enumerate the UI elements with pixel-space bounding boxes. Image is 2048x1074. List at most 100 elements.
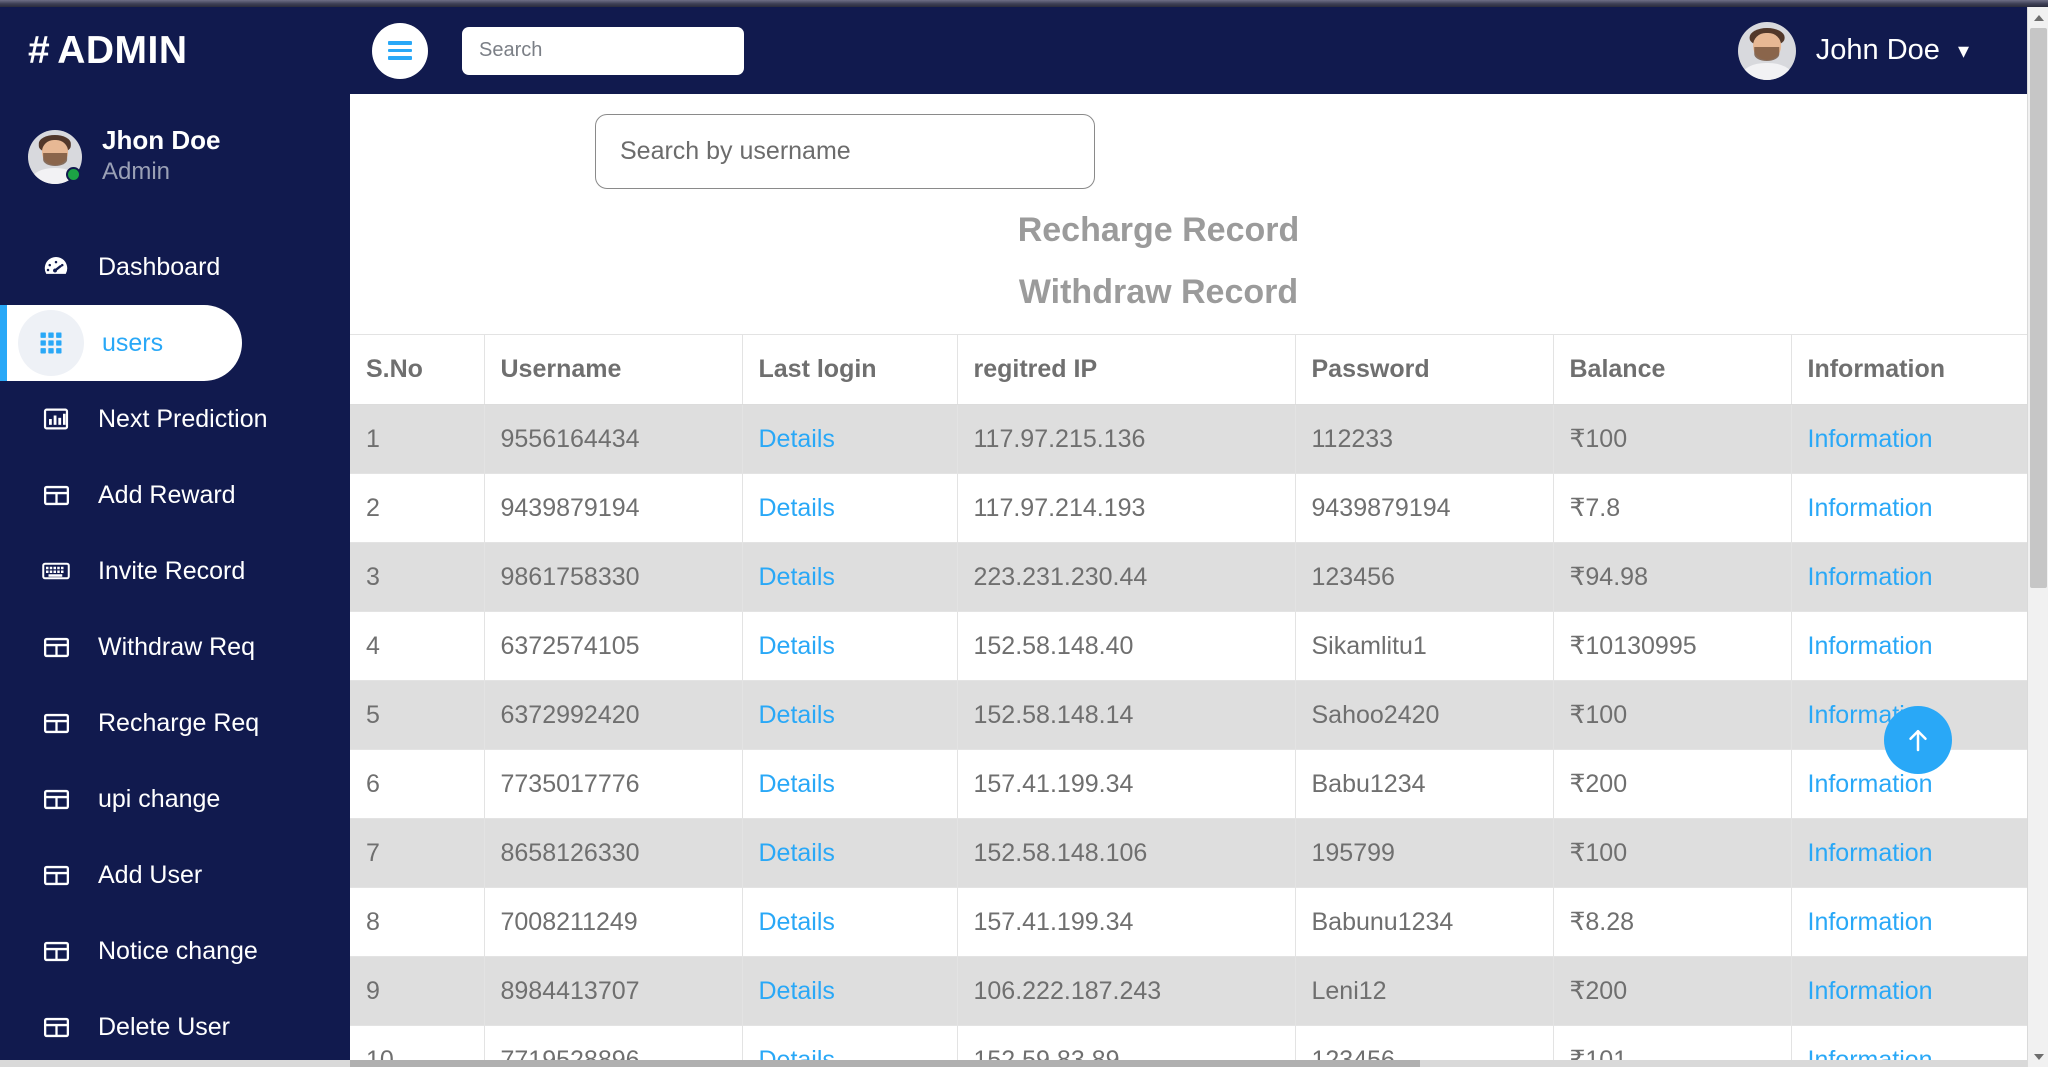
details-link[interactable]: Details (759, 632, 835, 660)
cell-username: 6372574105 (484, 611, 743, 681)
sidebar-item-label: Next Prediction (98, 404, 268, 433)
user-menu[interactable]: John Doe ▾ (1737, 21, 1969, 80)
sidebar-item-add-reward[interactable]: Add Reward (0, 457, 350, 533)
sidebar-item-next-prediction[interactable]: Next Prediction (0, 381, 350, 457)
cell-ip: 157.41.199.34 (957, 749, 1296, 819)
horizontal-scrollbar-thumb[interactable] (350, 1060, 1420, 1067)
column-header-registred-ip: regitred IP (957, 334, 1296, 405)
cell-balance: ₹200 (1553, 956, 1792, 1026)
recharge-record-title: Recharge Record (1017, 211, 1300, 249)
cell-balance: ₹7.8 (1553, 473, 1792, 543)
users-table-wrap: S.No Username Last login regitred IP Pas… (350, 334, 2027, 1067)
column-header-username: Username (484, 334, 743, 405)
users-table-body: 1 9556164434 Details 117.97.215.136 1122… (350, 404, 2027, 1067)
cell-password: 9439879194 (1295, 473, 1554, 543)
brand-name: ADMIN (57, 28, 188, 72)
cell-sno: 6 (350, 749, 485, 819)
users-table-head: S.No Username Last login regitred IP Pas… (350, 334, 2027, 405)
cell-balance: ₹100 (1553, 818, 1792, 888)
avatar (1737, 21, 1796, 80)
cell-username: 7008211249 (484, 887, 743, 957)
cell-last-login: Details (742, 473, 958, 543)
sidebar-item-label: Notice change (98, 936, 258, 965)
table-icon (36, 633, 76, 662)
information-link[interactable]: Information (1808, 977, 1933, 1005)
main-content: Recharge Record Withdraw Record S.No Use… (350, 94, 2027, 1067)
cell-last-login: Details (742, 680, 958, 750)
table-row: 7 8658126330 Details 152.58.148.106 1957… (350, 818, 2027, 888)
information-link[interactable]: Information (1808, 425, 1933, 453)
cell-password: Leni12 (1295, 956, 1554, 1026)
information-link[interactable]: Information (1808, 839, 1933, 867)
sidebar-item-invite-record[interactable]: Invite Record (0, 533, 350, 609)
horizontal-scrollbar[interactable] (0, 1060, 2027, 1067)
cell-ip: 152.58.148.14 (957, 680, 1296, 750)
cell-sno: 9 (350, 956, 485, 1026)
sidebar-item-label: Add Reward (98, 480, 236, 509)
details-link[interactable]: Details (759, 977, 835, 1005)
sidebar-item-delete-user[interactable]: Delete User (0, 989, 350, 1065)
cell-sno: 5 (350, 680, 485, 750)
sidebar-item-recharge-req[interactable]: Recharge Req (0, 685, 350, 761)
cell-password: Sahoo2420 (1295, 680, 1554, 750)
information-link[interactable]: Information (1808, 632, 1933, 660)
cell-balance: ₹100 (1553, 404, 1792, 474)
information-link[interactable]: Information (1808, 494, 1933, 522)
table-icon (36, 709, 76, 738)
details-link[interactable]: Details (759, 770, 835, 798)
cell-last-login: Details (742, 611, 958, 681)
arrow-up-icon (1903, 724, 1933, 756)
details-link[interactable]: Details (759, 494, 835, 522)
details-link[interactable]: Details (759, 701, 835, 729)
table-row: 4 6372574105 Details 152.58.148.40 Sikam… (350, 611, 2027, 681)
sidebar-item-label: Delete User (98, 1012, 230, 1041)
scrollbar-down-arrow-icon[interactable] (2028, 1046, 2048, 1067)
search-by-username-input[interactable] (595, 114, 1095, 189)
vertical-scrollbar-thumb[interactable] (2030, 28, 2047, 588)
cell-information: Information (1791, 473, 2027, 543)
sidebar-item-dashboard[interactable]: Dashboard (0, 229, 350, 305)
sidebar-item-users[interactable]: users (0, 305, 242, 382)
sidebar-profile-text: Jhon Doe Admin (102, 125, 221, 187)
brand-hash: # (28, 28, 51, 72)
scrollbar-up-arrow-icon[interactable] (2028, 7, 2048, 28)
sidebar-item-label: Add User (98, 860, 203, 889)
sidebar-item-upi-change[interactable]: upi change (0, 761, 350, 837)
sidebar-item-label: users (102, 328, 164, 357)
cell-ip: 106.222.187.243 (957, 956, 1296, 1026)
table-row: 1 9556164434 Details 117.97.215.136 1122… (350, 404, 2027, 474)
cell-information: Information (1791, 818, 2027, 888)
sidebar-item-withdraw-req[interactable]: Withdraw Req (0, 609, 350, 685)
scroll-to-top-button[interactable] (1884, 706, 1952, 774)
cell-password: Babu1234 (1295, 749, 1554, 819)
withdraw-record-title: Withdraw Record (1018, 273, 1299, 311)
cell-last-login: Details (742, 887, 958, 957)
users-table: S.No Username Last login regitred IP Pas… (350, 334, 2027, 1067)
information-link[interactable]: Information (1808, 908, 1933, 936)
cell-balance: ₹10130995 (1553, 611, 1792, 681)
table-icon (36, 937, 76, 966)
online-status-dot (66, 166, 81, 182)
bar-chart-icon (36, 405, 76, 433)
chevron-down-icon[interactable]: ▾ (1958, 39, 1969, 62)
column-header-password: Password (1295, 334, 1554, 405)
sidebar-item-label: Dashboard (98, 252, 221, 281)
cell-password: 195799 (1295, 818, 1554, 888)
column-header-last-login: Last login (742, 334, 958, 405)
username-search-row (350, 94, 2027, 189)
cell-username: 8658126330 (484, 818, 743, 888)
sidebar-profile-name: Jhon Doe (102, 125, 221, 155)
sidebar-nav: Dashboard users Next Prediction Add Rewa… (0, 229, 350, 1065)
search-input[interactable] (462, 26, 744, 75)
hamburger-menu-button[interactable] (372, 22, 428, 79)
details-link[interactable]: Details (759, 839, 835, 867)
cell-last-login: Details (742, 404, 958, 474)
table-row: 9 8984413707 Details 106.222.187.243 Len… (350, 956, 2027, 1026)
details-link[interactable]: Details (759, 908, 835, 936)
sidebar-item-add-user[interactable]: Add User (0, 837, 350, 913)
vertical-scrollbar[interactable] (2027, 7, 2048, 1067)
information-link[interactable]: Information (1808, 563, 1933, 591)
details-link[interactable]: Details (759, 425, 835, 453)
sidebar-item-notice-change[interactable]: Notice change (0, 913, 350, 989)
details-link[interactable]: Details (759, 563, 835, 591)
